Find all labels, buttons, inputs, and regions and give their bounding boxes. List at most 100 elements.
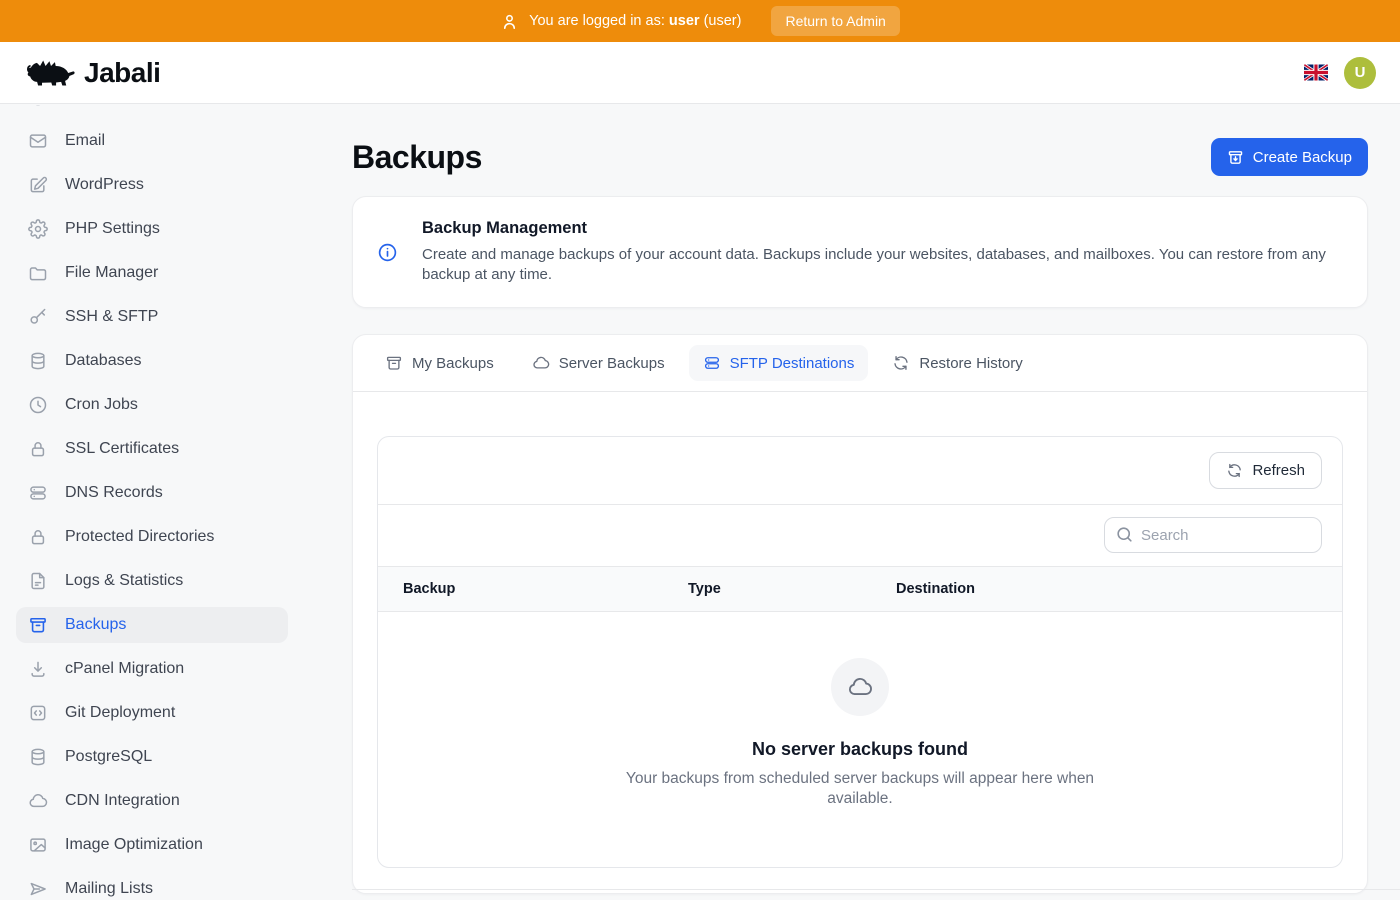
sidebar-item-git-deployment[interactable]: Git Deployment [16,695,288,731]
logged-in-role: (user) [704,13,742,29]
user-icon [500,12,519,31]
sidebar-item-file-manager[interactable]: File Manager [16,255,288,291]
sidebar-item-php-settings[interactable]: PHP Settings [16,211,288,247]
sidebar-item-label: File Manager [65,264,158,282]
sidebar-item-databases[interactable]: Databases [16,343,288,379]
section-divider [352,889,1400,890]
sidebar-item-backups[interactable]: Backups [16,607,288,643]
sidebar-item-label: cPanel Migration [65,660,184,678]
logged-in-message: You are logged in as: user (user) [500,12,741,31]
archive-icon [385,354,403,372]
backup-tabs: My Backups Server Backups SFTP Destinati… [353,335,1367,392]
sidebar-item-protected-directories[interactable]: Protected Directories [16,519,288,555]
backups-panel: My Backups Server Backups SFTP Destinati… [352,334,1368,894]
clock-icon [28,395,48,415]
sidebar-item-label: Logs & Statistics [65,572,183,590]
table-header-row: Backup Type Destination [378,566,1342,612]
sidebar-item-label: Git Deployment [65,704,175,722]
image-icon [28,835,48,855]
gear-icon [28,219,48,239]
app-header: Jabali U [0,42,1400,104]
refresh-icon [892,354,910,372]
sidebar-nav: Email WordPress PHP Settings File Manage… [0,105,304,900]
lock-icon [28,527,48,547]
page-title: Backups [352,139,482,176]
boar-logo-icon [26,55,76,91]
cloud-icon [532,354,550,372]
tab-restore-history[interactable]: Restore History [878,345,1036,381]
key-icon [28,307,48,327]
sidebar-item-postgresql[interactable]: PostgreSQL [16,739,288,775]
archive-arrow-down-icon [1227,149,1244,166]
sidebar-item-label: Cron Jobs [65,396,138,414]
main-content: Backups Create Backup Backup Management … [352,105,1368,894]
sidebar-item-label: Backups [65,616,126,634]
sidebar-item-logs-statistics[interactable]: Logs & Statistics [16,563,288,599]
edit-icon [28,175,48,195]
sidebar-item-label: DNS Records [65,484,163,502]
sidebar-item-ssl-certificates[interactable]: SSL Certificates [16,431,288,467]
search-icon [1115,525,1134,544]
refresh-button[interactable]: Refresh [1209,452,1322,489]
envelope-icon [28,131,48,151]
backup-management-info-card: Backup Management Create and manage back… [352,196,1368,308]
database-icon [28,747,48,767]
sidebar-item-label: Email [65,132,105,150]
sidebar-item-image-optimization[interactable]: Image Optimization [16,827,288,863]
column-header-destination: Destination [896,581,1342,597]
sidebar-item-label: CDN Integration [65,792,180,810]
server-icon [703,354,721,372]
sidebar-item-label: Mailing Lists [65,880,153,898]
sidebar-item-dns-records[interactable]: DNS Records [16,475,288,511]
info-card-title: Backup Management [422,219,1343,238]
lock-icon [28,439,48,459]
document-icon [28,571,48,591]
sidebar-item-partial[interactable] [16,105,288,115]
avatar[interactable]: U [1344,57,1376,89]
language-flag-icon[interactable] [1304,64,1328,81]
create-backup-button[interactable]: Create Backup [1211,138,1368,176]
return-to-admin-button[interactable]: Return to Admin [771,6,899,36]
logged-in-username: user [669,13,700,29]
search-input[interactable] [1104,517,1322,553]
database-icon [28,351,48,371]
info-card-description: Create and manage backups of your accoun… [422,245,1343,285]
sidebar-item-label: Protected Directories [65,528,214,546]
tab-my-backups[interactable]: My Backups [371,345,508,381]
code-icon [28,703,48,723]
tab-sftp-destinations[interactable]: SFTP Destinations [689,345,869,381]
empty-state-title: No server backups found [398,739,1322,760]
cloud-icon [28,791,48,811]
sidebar-item-wordpress[interactable]: WordPress [16,167,288,203]
logged-in-prefix: You are logged in as: [529,13,665,29]
sidebar-item-label: Databases [65,352,142,370]
sidebar-item-cpanel-migration[interactable]: cPanel Migration [16,651,288,687]
folder-icon [28,263,48,283]
empty-state: No server backups found Your backups fro… [378,612,1342,867]
brand-name: Jabali [84,57,160,89]
globe-icon [28,105,48,107]
column-header-backup: Backup [378,581,688,597]
sidebar-item-email[interactable]: Email [16,123,288,159]
brand[interactable]: Jabali [26,55,160,91]
sidebar-item-cdn-integration[interactable]: CDN Integration [16,783,288,819]
sidebar-item-cron-jobs[interactable]: Cron Jobs [16,387,288,423]
search-box [1104,517,1322,553]
sidebar-item-label: PostgreSQL [65,748,152,766]
archive-icon [28,615,48,635]
sidebar-item-label: WordPress [65,176,144,194]
sidebar-item-ssh-sftp[interactable]: SSH & SFTP [16,299,288,335]
column-header-type: Type [688,581,896,597]
tab-server-backups[interactable]: Server Backups [518,345,679,381]
empty-state-description: Your backups from scheduled server backu… [600,769,1120,809]
refresh-icon [1226,462,1243,479]
sidebar-item-label: SSH & SFTP [65,308,158,326]
send-icon [28,879,48,899]
sidebar-item-mailing-lists[interactable]: Mailing Lists [16,871,288,900]
download-icon [28,659,48,679]
server-icon [28,483,48,503]
info-icon [377,242,398,263]
admin-session-bar: You are logged in as: user (user) Return… [0,0,1400,42]
sidebar-item-label: PHP Settings [65,220,160,238]
sidebar-item-label: Image Optimization [65,836,203,854]
